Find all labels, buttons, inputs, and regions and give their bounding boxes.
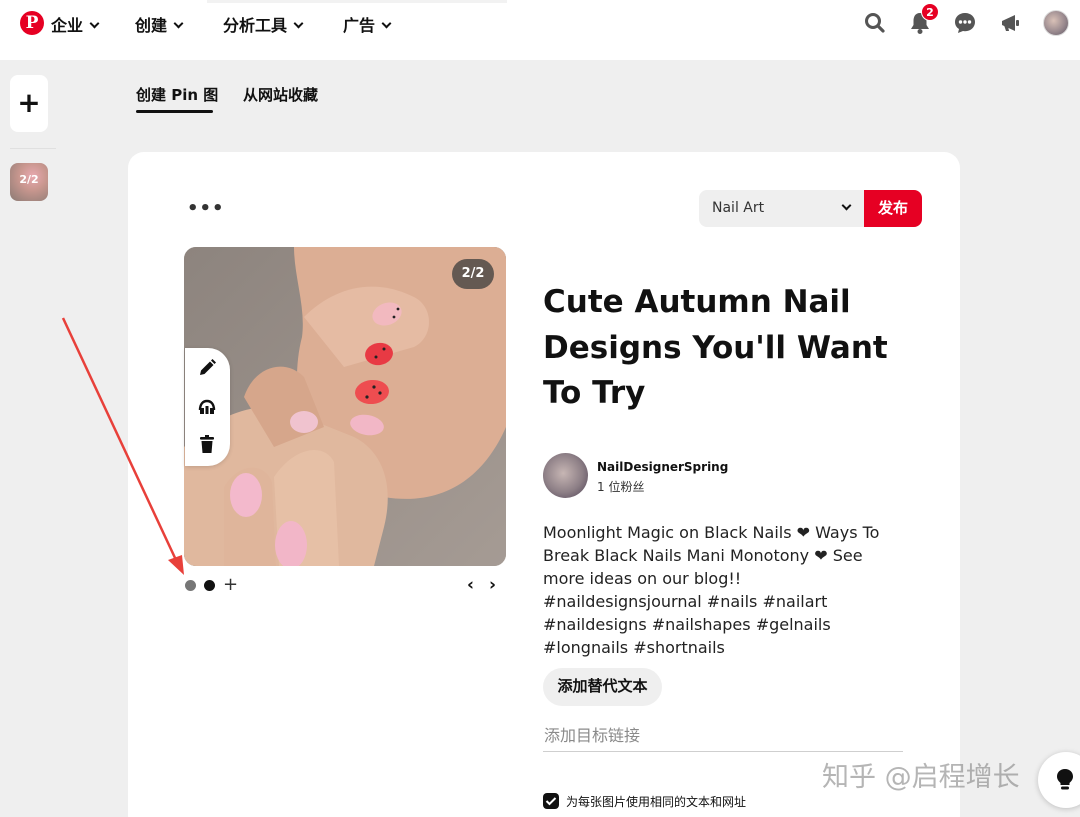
active-tab-underline [136,110,213,113]
help-button[interactable] [1038,752,1080,808]
trash-icon[interactable] [197,434,217,454]
add-image-button[interactable]: + [223,574,238,595]
watermark-text: 知乎 @启程增长 [822,762,1020,793]
prev-image-button[interactable]: ‹ [467,575,474,595]
create-new-pin-button[interactable]: + [10,75,48,132]
nav-analytics-label: 分析工具 [223,16,288,35]
same-text-checkbox[interactable] [543,793,559,809]
add-alt-text-button[interactable]: 添加替代文本 [543,668,662,706]
destination-link-input[interactable] [543,720,903,752]
notification-badge: 2 [921,3,939,21]
same-text-checkbox-label: 为每张图片使用相同的文本和网址 [566,795,747,809]
tab-create-pin[interactable]: 创建 Pin 图 [136,84,218,105]
pin-image [184,247,506,566]
pin-description[interactable]: Moonlight Magic on Black Nails ❤ Ways To… [543,521,903,659]
carousel-dot-1[interactable] [185,580,196,591]
chevron-down-icon [841,200,852,211]
pencil-icon[interactable] [197,358,217,378]
more-options-button[interactable]: ••• [187,198,225,219]
publish-button[interactable]: 发布 [864,190,922,227]
nav-create-label: 创建 [135,16,168,35]
chat-icon[interactable] [952,10,978,36]
checkbox-check-icon [545,797,557,806]
image-counter-badge: 2/2 [452,259,494,289]
image-tools-panel [185,348,230,466]
user-avatar[interactable] [1043,10,1069,36]
board-select[interactable]: Nail Art [699,190,864,227]
next-image-button[interactable]: › [489,575,496,595]
pinterest-logo-icon[interactable]: P [20,11,44,35]
author-followers: 1 位粉丝 [597,480,645,494]
nail-photo-illustration [184,247,506,566]
rail-divider [10,148,56,149]
lightbulb-icon [1057,769,1073,790]
nav-business-label: 企业 [51,16,84,35]
megaphone-icon[interactable] [998,10,1024,36]
chevron-down-icon [173,18,184,29]
nav-analytics-menu[interactable]: 分析工具 [223,12,304,36]
crop-icon[interactable] [197,396,217,416]
draft-pin-thumbnail[interactable]: 2/2 [10,163,48,201]
nav-create-menu[interactable]: 创建 [135,12,184,36]
nav-divider [207,0,507,3]
author-avatar[interactable] [543,453,588,498]
board-select-value: Nail Art [712,200,765,216]
tab-save-from-site[interactable]: 从网站收藏 [243,84,318,105]
carousel-dot-2-active[interactable] [204,580,215,591]
author-name[interactable]: NailDesignerSpring [597,460,728,474]
chevron-down-icon [381,18,392,29]
nav-business-menu[interactable]: 企业 [51,12,100,36]
top-nav: P 企业 创建 分析工具 广告 2 [0,0,1080,60]
search-icon[interactable] [862,10,888,36]
chevron-down-icon [293,18,304,29]
pin-title[interactable]: Cute Autumn Nail Designs You'll Want To … [543,280,903,417]
draft-thumb-counter: 2/2 [19,173,39,186]
chevron-down-icon [89,18,100,29]
nav-ads-label: 广告 [343,16,376,35]
nav-ads-menu[interactable]: 广告 [343,12,392,36]
